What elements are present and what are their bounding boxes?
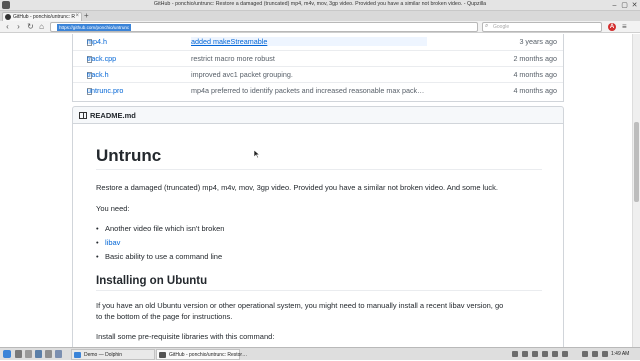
file-row: mp4.h added makeStreamable 3 years ago xyxy=(73,34,563,50)
home-button[interactable]: ⌂ xyxy=(37,22,46,31)
folder-icon xyxy=(74,352,81,358)
quicklaunch-app-icon[interactable] xyxy=(45,350,52,358)
commit-age: 4 months ago xyxy=(513,70,557,79)
readme-content: Untrunc Restore a damaged (truncated) mp… xyxy=(72,124,564,347)
app-launcher-icon[interactable] xyxy=(3,350,11,358)
tray-clipboard-icon[interactable] xyxy=(512,351,518,357)
navigation-toolbar: ‹ › ↻ ⌂ https://github.com/ponchio/untru… xyxy=(0,21,640,33)
tray-volume-icon[interactable] xyxy=(542,351,548,357)
readme-intro: Restore a damaged (truncated) mp4, m4v, … xyxy=(96,183,499,192)
file-list: mp4.h added makeStreamable 3 years ago t… xyxy=(72,34,564,102)
page-viewport: mp4.h added makeStreamable 3 years ago t… xyxy=(0,34,632,347)
menu-icon[interactable]: ≡ xyxy=(622,22,627,32)
file-row: track.h improved avc1 packet grouping. 4… xyxy=(73,66,563,82)
browser-icon xyxy=(159,352,166,358)
file-row: untrunc.pro mp4a preferred to identify p… xyxy=(73,82,563,98)
install-paragraph-line2: to the bottom of the page for instructio… xyxy=(96,312,233,321)
adblock-extension-icon[interactable]: A xyxy=(608,23,616,31)
search-bar[interactable]: ⌕ Google xyxy=(482,22,602,32)
address-bar[interactable]: https://github.com/ponchio/untrunc xyxy=(50,22,478,32)
file-name-link[interactable]: untrunc.pro xyxy=(87,86,123,95)
install-heading: Installing on Ubuntu xyxy=(96,275,542,291)
taskbar-item-qupzilla[interactable]: GitHub - ponchio/untrunc: Restor… xyxy=(156,349,247,360)
file-name-link[interactable]: track.cpp xyxy=(87,54,116,63)
readme-filename: README.md xyxy=(90,111,136,120)
tray-wifi-icon[interactable] xyxy=(592,351,598,357)
book-icon xyxy=(79,112,87,119)
readme-title: Untrunc xyxy=(96,146,542,170)
libav-link[interactable]: libav xyxy=(96,238,121,247)
quicklaunch-browser-icon[interactable] xyxy=(25,350,32,358)
quicklaunch-app-icon[interactable] xyxy=(55,350,62,358)
commit-message-link[interactable]: restrict macro more robust xyxy=(191,54,427,63)
page-scrollbar[interactable] xyxy=(632,34,640,347)
list-item: Another video file which isn't broken xyxy=(96,224,224,233)
list-item: Basic ability to use a command line xyxy=(96,252,222,261)
window-titlebar: GitHub - ponchio/untrunc: Restore a dama… xyxy=(0,0,640,11)
commit-message-link[interactable]: added makeStreamable xyxy=(191,37,427,46)
taskbar-item-dolphin[interactable]: Demo — Dolphin xyxy=(71,349,155,360)
tray-expand-icon[interactable] xyxy=(602,351,608,357)
close-window-button[interactable]: ✕ xyxy=(630,1,639,10)
back-button[interactable]: ‹ xyxy=(3,22,12,31)
you-need-label: You need: xyxy=(96,204,130,213)
minimize-button[interactable]: – xyxy=(610,1,619,10)
tab-github-untrunc[interactable]: GitHub - ponchio/untrunc: Res… × xyxy=(2,12,82,21)
commit-message-link[interactable]: mp4a preferred to identify packets and i… xyxy=(191,86,427,95)
quicklaunch-files-icon[interactable] xyxy=(15,350,22,358)
commit-age: 2 months ago xyxy=(513,54,557,63)
search-placeholder: Google xyxy=(493,24,510,30)
tray-keyboard-icon[interactable] xyxy=(582,351,588,357)
reload-button[interactable]: ↻ xyxy=(26,22,35,31)
tab-label: GitHub - ponchio/untrunc: Res… xyxy=(13,14,75,20)
taskbar: Demo — Dolphin GitHub - ponchio/untrunc:… xyxy=(0,347,640,360)
file-name-link[interactable]: mp4.h xyxy=(87,37,107,46)
tab-close-icon[interactable]: × xyxy=(75,13,79,19)
tab-bar: GitHub - ponchio/untrunc: Res… × xyxy=(0,11,640,21)
tray-update-icon[interactable] xyxy=(532,351,538,357)
scrollbar-thumb[interactable] xyxy=(634,122,639,202)
tray-notification-icon[interactable] xyxy=(562,351,568,357)
search-icon: ⌕ xyxy=(485,23,489,29)
commit-age: 4 months ago xyxy=(513,86,557,95)
install-paragraph-line1: If you have an old Ubuntu version or oth… xyxy=(96,301,504,310)
mouse-cursor-icon xyxy=(254,150,261,158)
commit-message-link[interactable]: improved avc1 packet grouping. xyxy=(191,70,427,79)
window-title: GitHub - ponchio/untrunc: Restore a dama… xyxy=(153,1,487,7)
github-favicon-icon xyxy=(5,14,11,20)
file-name-link[interactable]: track.h xyxy=(87,70,109,79)
install-command-intro: Install some pre-requisite libraries wit… xyxy=(96,332,275,341)
file-row: track.cpp restrict macro more robust 2 m… xyxy=(73,50,563,66)
new-tab-button[interactable]: + xyxy=(84,11,89,21)
maximize-button[interactable]: ▢ xyxy=(620,1,629,10)
tray-network-icon[interactable] xyxy=(522,351,528,357)
quicklaunch-terminal-icon[interactable] xyxy=(35,350,42,358)
forward-button[interactable]: › xyxy=(14,22,23,31)
commit-age: 3 years ago xyxy=(519,37,557,46)
tray-battery-icon[interactable] xyxy=(552,351,558,357)
url-text[interactable]: https://github.com/ponchio/untrunc xyxy=(57,24,132,31)
taskbar-clock[interactable]: 1:49 AM xyxy=(611,349,629,360)
readme-header: README.md xyxy=(72,106,564,124)
